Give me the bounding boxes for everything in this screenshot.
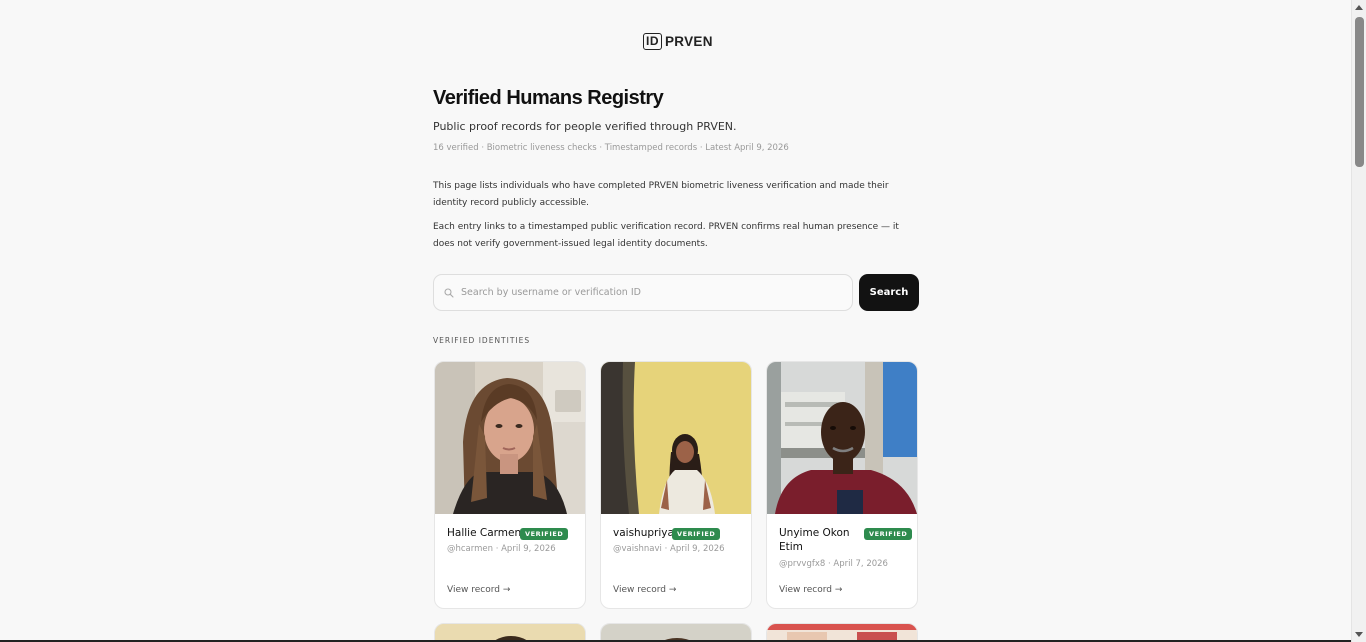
scrollbar-thumb[interactable] (1355, 17, 1364, 167)
view-record-link[interactable]: View record → (447, 585, 510, 595)
card-meta: @prvvgfx8 · April 7, 2026 (779, 559, 888, 569)
scroll-down-arrow-icon[interactable] (1355, 632, 1363, 637)
card-meta: @vaishnavi · April 9, 2026 (613, 544, 725, 554)
verified-badge: VERIFIED (672, 528, 721, 540)
search-button[interactable]: Search (859, 274, 919, 311)
vertical-scrollbar[interactable] (1351, 0, 1366, 642)
card-name[interactable]: Hallie Carmen (447, 526, 527, 540)
profile-photo[interactable] (601, 362, 751, 514)
search-icon (444, 287, 454, 298)
section-heading-verified-identities: VERIFIED IDENTITIES (433, 336, 531, 345)
identity-card-unyime-okon-etim[interactable]: Unyime Okon Etim VERIFIED @prvvgfx8 · Ap… (766, 361, 918, 609)
description-paragraph-2: Each entry links to a timestamped public… (433, 222, 899, 249)
verified-badge: VERIFIED (864, 528, 913, 540)
registry-stats: 16 verified · Biometric liveness checks … (433, 143, 789, 153)
verified-badge: VERIFIED (520, 528, 569, 540)
description-paragraph-1: This page lists individuals who have com… (433, 181, 889, 208)
profile-photo[interactable] (767, 362, 917, 514)
card-meta: @hcarmen · April 9, 2026 (447, 544, 556, 554)
profile-photo[interactable] (435, 362, 585, 514)
scroll-up-arrow-icon[interactable] (1355, 5, 1363, 10)
page-subtitle: Public proof records for people verified… (433, 120, 737, 133)
view-record-link[interactable]: View record → (779, 585, 842, 595)
page: ID PRVEN Verified Humans Registry Public… (0, 0, 1351, 642)
view-record-link[interactable]: View record → (613, 585, 676, 595)
brand-logo[interactable]: ID PRVEN (643, 33, 713, 50)
brand-name: PRVEN (665, 34, 713, 49)
card-name[interactable]: Unyime Okon Etim (779, 526, 859, 554)
search-input[interactable] (461, 287, 841, 298)
id-logo-icon: ID (643, 33, 662, 50)
search-box[interactable] (433, 274, 853, 311)
identity-card-hallie-carmen[interactable]: Hallie Carmen VERIFIED @hcarmen · April … (434, 361, 586, 609)
identity-card-vaishupriya[interactable]: vaishupriya VERIFIED @vaishnavi · April … (600, 361, 752, 609)
page-title: Verified Humans Registry (433, 87, 664, 109)
